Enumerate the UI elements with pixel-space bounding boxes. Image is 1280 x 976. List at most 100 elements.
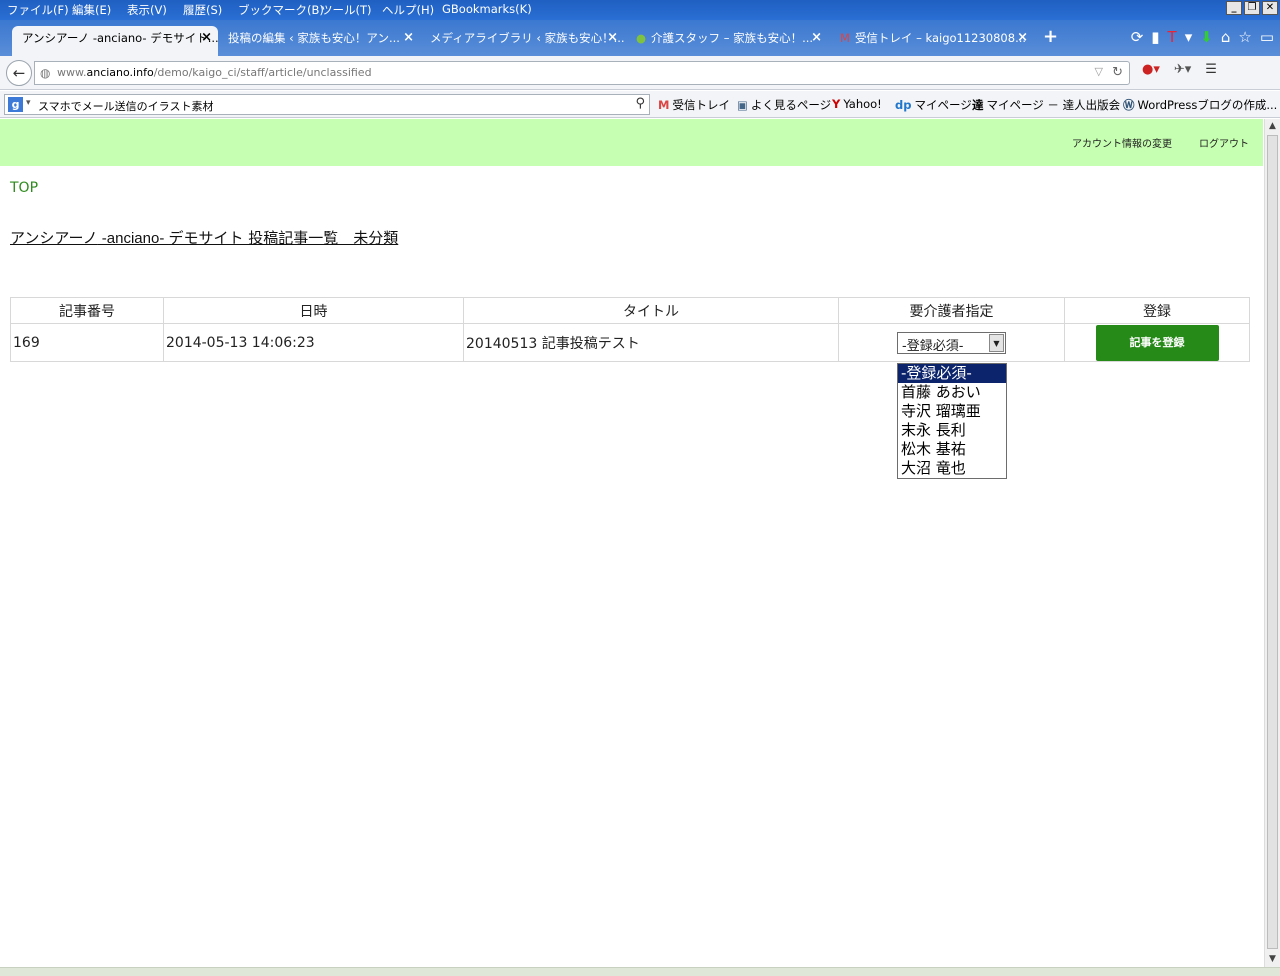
vertical-scrollbar[interactable]: ▲ ▼: [1264, 119, 1280, 967]
status-bar: [0, 967, 1280, 976]
dropdown-option[interactable]: -登録必須-: [898, 364, 1006, 383]
scroll-down-icon[interactable]: ▼: [1265, 952, 1280, 967]
chevron-down-icon[interactable]: ▼: [989, 333, 1004, 352]
register-article-button[interactable]: 記事を登録: [1095, 324, 1219, 361]
bookmark-mypage[interactable]: dp マイページ: [895, 97, 972, 113]
column-header-register: 登録: [1064, 297, 1250, 324]
close-tab-icon[interactable]: ×: [1017, 26, 1028, 50]
account-settings-link[interactable]: アカウント情報の変更: [1072, 135, 1172, 150]
table-header-row: 記事番号 日時 タイトル 要介護者指定 登録: [10, 297, 1250, 324]
logout-link[interactable]: ログアウト: [1199, 135, 1249, 150]
back-arrow-icon[interactable]: ←: [6, 60, 32, 86]
t-icon[interactable]: T: [1168, 28, 1177, 46]
menu-bar: ファイル(F) 編集(E) 表示(V) 履歴(S) ブックマーク(B) ツール(…: [0, 0, 1280, 20]
google-icon: g: [8, 97, 23, 112]
dropdown-option[interactable]: 寺沢 瑠璃亜: [898, 402, 1006, 421]
gmail-icon: M: [840, 31, 850, 45]
menu-help[interactable]: ヘルプ(H): [382, 2, 434, 18]
article-table: 記事番号 日時 タイトル 要介護者指定 登録 169 2014-05-13 14…: [10, 297, 1250, 362]
menu-tools[interactable]: ツール(T): [321, 2, 372, 18]
article-title: 20140513 記事投稿テスト: [463, 323, 839, 362]
top-link[interactable]: TOP: [10, 180, 38, 196]
dropdown-option[interactable]: 末永 長利: [898, 421, 1006, 440]
tab-strip: アンシアーノ -anciano- デモサイト... × 投稿の編集 ‹ 家族も安…: [0, 20, 1280, 56]
search-icon[interactable]: ⚲: [635, 96, 645, 111]
bookmark-icon[interactable]: ▮: [1151, 28, 1159, 46]
page-viewport: アカウント情報の変更 ログアウト TOP アンシアーノ -anciano- デモ…: [0, 119, 1263, 967]
column-header-care-recipient: 要介護者指定: [838, 297, 1065, 324]
dropdown-icon[interactable]: ▾: [1185, 28, 1193, 46]
window-icon[interactable]: ▭: [1260, 28, 1274, 46]
tab-label: メディアライブラリ ‹ 家族も安心！...: [430, 31, 624, 45]
minimize-icon[interactable]: _: [1226, 1, 1242, 15]
tatsujin-icon: 達: [972, 98, 984, 112]
tab-label: アンシアーノ -anciano- デモサイト...: [22, 31, 218, 45]
reload-icon[interactable]: ↻: [1112, 65, 1123, 80]
star-icon[interactable]: ☆: [1238, 28, 1251, 46]
tab-label: 介護スタッフ – 家族も安心！...: [651, 31, 814, 45]
dropdown-option[interactable]: 松木 基祐: [898, 440, 1006, 459]
bookmark-tatsujin[interactable]: 達マイページ － 達人出版会: [972, 97, 1120, 113]
article-datetime: 2014-05-13 14:06:23: [163, 323, 464, 362]
home-icon[interactable]: ⌂: [1221, 28, 1231, 46]
menu-history[interactable]: 履歴(S): [183, 2, 222, 18]
menu-file[interactable]: ファイル(F): [7, 2, 69, 18]
tab-anciano-demo[interactable]: アンシアーノ -anciano- デモサイト... ×: [12, 26, 218, 56]
close-tab-icon[interactable]: ×: [607, 26, 618, 50]
restore-icon[interactable]: ❐: [1244, 1, 1260, 15]
bookmark-frequent[interactable]: ▣ よく見るページ: [737, 97, 831, 113]
tab-label: 受信トレイ – kaigo11230808...: [854, 31, 1027, 45]
page-icon: ▣: [737, 98, 748, 112]
mypage-icon: dp: [895, 98, 912, 112]
scroll-up-icon[interactable]: ▲: [1265, 119, 1280, 134]
sync-icon[interactable]: ⟳: [1131, 28, 1144, 46]
new-tab-icon[interactable]: +: [1043, 26, 1058, 47]
toolbar-icons: ⟳ ▮ T ▾ ⬇ ⌂ ☆ ▭: [1131, 28, 1274, 46]
adblock-icon[interactable]: ●▾: [1142, 62, 1160, 77]
url-bar[interactable]: ◍ www.anciano.info/demo/kaigo_ci/staff/a…: [34, 61, 1130, 85]
column-header-id: 記事番号: [10, 297, 164, 324]
yahoo-icon: Y: [832, 97, 841, 111]
menu-bookmarks[interactable]: ブックマーク(B): [238, 2, 324, 18]
register-cell: 記事を登録: [1064, 323, 1250, 362]
close-tab-icon[interactable]: ×: [811, 26, 822, 50]
url-text: www.anciano.info/demo/kaigo_ci/staff/art…: [57, 66, 372, 79]
dropdown-option[interactable]: 首藤 あおい: [898, 383, 1006, 402]
search-box[interactable]: g ▾ スマホでメール送信のイラスト素材 ⚲: [4, 94, 650, 115]
navigation-bar: ← ◍ www.anciano.info/demo/kaigo_ci/staff…: [0, 56, 1280, 90]
tab-post-edit[interactable]: 投稿の編集 ‹ 家族も安心！アン... ×: [218, 26, 420, 56]
close-tab-icon[interactable]: ×: [201, 26, 212, 50]
close-tab-icon[interactable]: ×: [403, 26, 414, 50]
scrollbar-thumb[interactable]: [1267, 135, 1278, 949]
column-header-datetime: 日時: [163, 297, 464, 324]
search-query: スマホでメール送信のイラスト素材: [38, 100, 214, 113]
tab-label: 投稿の編集 ‹ 家族も安心！アン...: [228, 31, 400, 45]
care-recipient-dropdown-list: -登録必須- 首藤 あおい 寺沢 瑠璃亜 末永 長利 松木 基祐 大沼 竜也: [897, 363, 1007, 479]
bookmark-yahoo[interactable]: Y Yahoo!: [832, 97, 882, 111]
menu-view[interactable]: 表示(V): [127, 2, 167, 18]
globe-icon: ◍: [40, 66, 51, 80]
download-icon[interactable]: ⬇: [1200, 28, 1213, 46]
dropdown-option[interactable]: 大沼 竜也: [898, 459, 1006, 478]
window-controls: _ ❐ ✕: [1226, 1, 1278, 15]
bookmark-inbox[interactable]: M 受信トレイ: [658, 97, 730, 113]
search-engine-dropdown-icon[interactable]: ▾: [26, 98, 31, 108]
care-recipient-select[interactable]: -登録必須- ▼: [897, 331, 1006, 354]
menu-edit[interactable]: 編集(E): [72, 2, 111, 18]
select-value: -登録必須-: [902, 338, 964, 354]
menu-gbookmarks[interactable]: GBookmarks(K): [442, 2, 532, 16]
tab-media-library[interactable]: メディアライブラリ ‹ 家族も安心！... ×: [420, 26, 624, 56]
close-window-icon[interactable]: ✕: [1262, 1, 1278, 15]
care-recipient-cell: -登録必須- ▼: [838, 323, 1065, 362]
bookmark-wordpress[interactable]: Ⓦ WordPressブログの作成...: [1123, 97, 1277, 113]
wordpress-icon: Ⓦ: [1123, 98, 1135, 112]
tab-care-staff[interactable]: ● 介護スタッフ – 家族も安心！... ×: [626, 26, 828, 56]
addon-icons: ●▾ ✈▾ ☰: [1142, 62, 1217, 77]
tab-inbox[interactable]: M 受信トレイ – kaigo11230808... ×: [830, 26, 1034, 56]
hamburger-menu-icon[interactable]: ☰: [1205, 62, 1217, 77]
column-header-title: タイトル: [463, 297, 839, 324]
addon-icon[interactable]: ✈▾: [1174, 62, 1191, 77]
page-title: アンシアーノ -anciano- デモサイト 投稿記事一覧 未分類: [10, 229, 399, 247]
leaf-icon: ●: [636, 31, 647, 45]
url-history-icon[interactable]: ▽: [1095, 65, 1103, 78]
